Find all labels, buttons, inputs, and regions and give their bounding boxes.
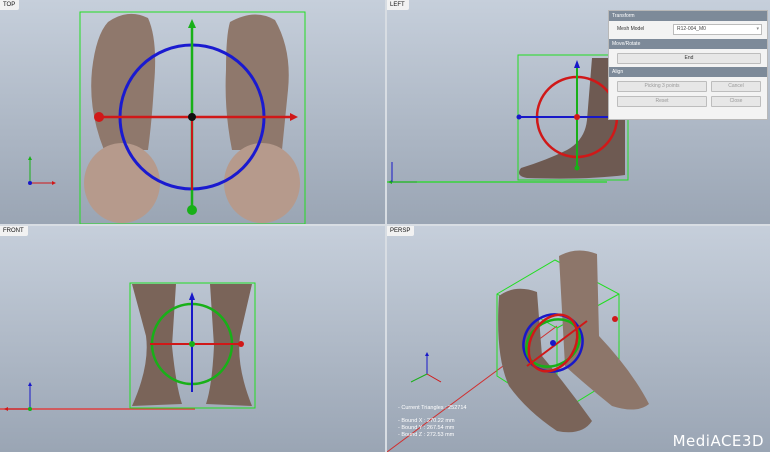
gizmo-center[interactable] [574,114,580,120]
left-foot-model [91,13,156,151]
current-triangles-text: - Current Triangles : 252714 [398,405,467,411]
bound-y-text: - Bound Y : 267.54 mm [398,425,455,431]
x-arrow-icon [290,113,298,121]
mini-x-axis [426,373,442,383]
end-button[interactable]: End [617,53,761,64]
z-handle-ball[interactable] [516,114,522,120]
bound-x-text: - Bound X : 270.22 mm [398,418,455,424]
mesh-model-value: R12-004_M0 [677,26,706,32]
x-handle-ball[interactable] [612,316,618,322]
close-button[interactable]: Close [711,96,761,107]
mediace3d-logo: MediACE3D [672,432,764,450]
top-scene [28,11,306,224]
x-handle-ball[interactable] [94,112,104,122]
cancel-button[interactable]: Cancel [711,81,761,92]
viewport-label-top: TOP [0,0,20,10]
y-handle-ball[interactable] [574,165,580,171]
mini-arrow-icon [388,180,392,184]
gizmo-center[interactable] [188,113,196,121]
viewport-label-left: LEFT [387,0,409,10]
mesh-model-select[interactable]: R12-004_M0 ▾ [673,24,762,35]
transform-section-title: Transform [609,11,767,21]
mini-z-arrow-icon [425,352,429,356]
mini-y-arrow-icon [28,156,32,160]
move-rotate-section-title: Move/Rotate [609,39,767,49]
persp-foot-back-model [559,250,649,410]
x-handle-ball[interactable] [238,341,244,347]
viewport-top[interactable]: TOP [0,0,385,224]
right-heel-model [224,143,300,223]
gizmo-center[interactable] [550,340,556,346]
chevron-down-icon: ▾ [756,26,759,32]
y-arrow-icon [188,19,196,28]
viewport-label-persp: PERSP [387,226,415,236]
transform-panel: Transform Mesh Model R12-004_M0 ▾ Move/R… [608,10,768,120]
mesh-stats: - Current Triangles : 252714 - Bound X :… [398,405,466,439]
right-foot-model [225,14,289,151]
mini-origin [28,407,32,411]
y-arrow-icon [574,60,580,68]
bound-z-text: - Bound Z : 272.53 mm [398,432,455,438]
mini-origin [28,181,32,185]
mini-y-axis [410,373,428,383]
mini-z-arrow-icon [28,382,32,386]
reset-button[interactable]: Reset [617,96,707,107]
mini-x-arrow-icon [4,407,8,411]
mesh-model-label: Mesh Model [617,26,645,32]
viewport-label-front: FRONT [0,226,28,236]
align-section-title: Align [609,67,767,77]
picking-3-points-button[interactable]: Picking 3 points [617,81,707,92]
mini-x-arrow-icon [52,181,56,185]
left-heel-model [84,143,160,223]
z-arrow-icon [189,292,195,300]
y-handle-ball[interactable] [187,205,197,215]
front-scene [0,282,256,411]
gizmo-center[interactable] [189,341,195,347]
viewport-front[interactable]: FRONT [0,226,385,452]
